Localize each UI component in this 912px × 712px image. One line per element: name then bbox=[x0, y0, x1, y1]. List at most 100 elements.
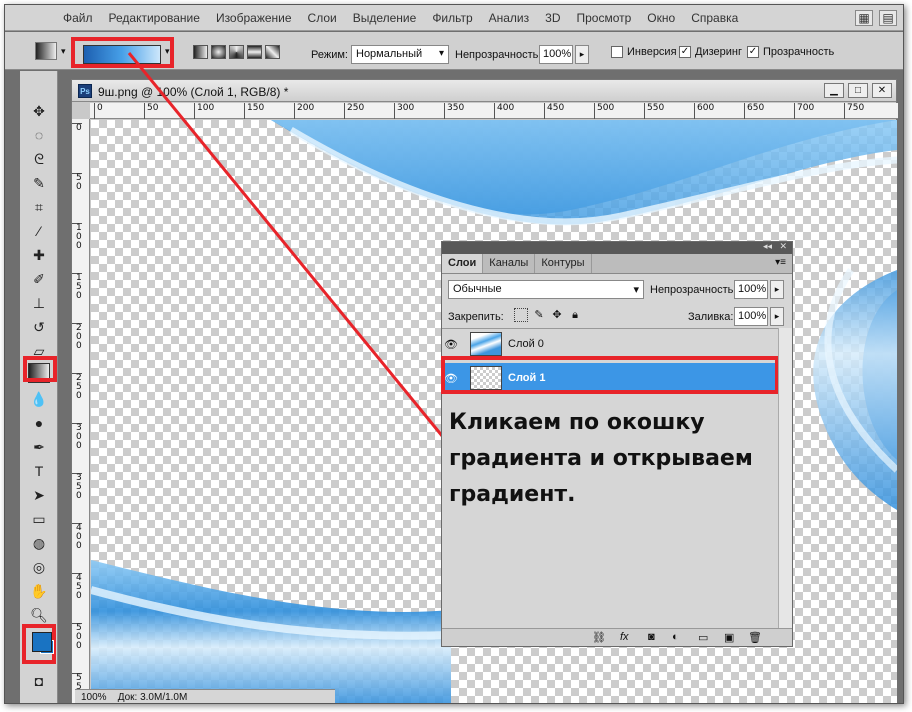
3d-rotate-tool-icon[interactable]: ◍ bbox=[28, 533, 50, 553]
bridge-icon[interactable]: ▦ bbox=[855, 9, 873, 26]
3d-orbit-tool-icon[interactable]: ◎ bbox=[28, 557, 50, 577]
quick-mask-icon[interactable]: ◘ bbox=[28, 671, 50, 691]
chevron-right-icon[interactable]: ▸ bbox=[770, 307, 784, 326]
tab-channels[interactable]: Каналы bbox=[483, 254, 536, 273]
radial-gradient-icon[interactable] bbox=[211, 45, 226, 59]
menu-item-analysis[interactable]: Анализ bbox=[489, 11, 530, 25]
gradient-swatch[interactable] bbox=[83, 45, 161, 64]
maximize-icon[interactable]: □ bbox=[848, 83, 868, 98]
link-layers-icon[interactable]: ⛓ bbox=[592, 631, 606, 644]
horizontal-ruler[interactable]: 0 50 100 150 200 250 300 350 400 450 500 550 600 650 7… bbox=[90, 103, 898, 119]
close-icon[interactable]: ✕ bbox=[872, 83, 892, 98]
tab-layers[interactable]: Слои bbox=[442, 254, 484, 273]
ruler-tick: 500 bbox=[594, 103, 614, 119]
status-zoom[interactable]: 100% bbox=[81, 692, 107, 703]
layers-scrollbar[interactable] bbox=[778, 328, 792, 628]
zoom-tool-icon[interactable]: 🔍︎ bbox=[28, 605, 50, 625]
menu-item-image[interactable]: Изображение bbox=[216, 11, 292, 25]
menu-item-view[interactable]: Просмотр bbox=[576, 11, 631, 25]
selected-layer-highlight bbox=[441, 356, 779, 394]
menu-item-3d[interactable]: 3D bbox=[545, 11, 560, 25]
minimize-icon[interactable]: ▁ bbox=[824, 83, 844, 98]
layer-opacity-input[interactable]: 100% bbox=[734, 280, 768, 299]
menu-item-help[interactable]: Справка bbox=[691, 11, 738, 25]
ruler-tick: 100 bbox=[194, 103, 214, 119]
tool-preset-picker[interactable] bbox=[35, 42, 57, 60]
tab-paths[interactable]: Контуры bbox=[535, 254, 592, 273]
panel-menu-icon[interactable]: ▾≡ bbox=[775, 257, 786, 268]
ruler-tick: 550 bbox=[644, 103, 664, 119]
shape-tool-icon[interactable]: ▭ bbox=[28, 509, 50, 529]
hand-tool-icon[interactable]: ✋ bbox=[28, 581, 50, 601]
chevron-right-icon[interactable]: ▸ bbox=[770, 280, 784, 299]
opacity-input[interactable]: 100% bbox=[539, 45, 573, 64]
transparency-checkbox[interactable]: ✓ Прозрачность bbox=[747, 46, 834, 58]
lasso-tool-icon[interactable]: ᘓ bbox=[28, 149, 50, 169]
healing-brush-icon[interactable]: ✚ bbox=[28, 245, 50, 265]
fx-icon[interactable]: fx bbox=[620, 631, 629, 643]
menu-item-layers[interactable]: Слои bbox=[308, 11, 337, 25]
new-layer-icon[interactable]: ▣ bbox=[724, 631, 734, 644]
foreground-color-swatch[interactable] bbox=[32, 632, 52, 652]
status-doc-size: Док: 3.0M/1.0M bbox=[117, 692, 188, 703]
dither-label: Дизеринг bbox=[695, 46, 742, 58]
checkmark-icon[interactable]: ✓ bbox=[679, 46, 691, 58]
linear-gradient-icon[interactable] bbox=[193, 45, 208, 59]
pen-tool-icon[interactable]: ✒ bbox=[28, 437, 50, 457]
move-tool-icon[interactable]: ✥ bbox=[28, 101, 50, 121]
checkmark-icon[interactable]: ✓ bbox=[747, 46, 759, 58]
menu-item-edit[interactable]: Редактирование bbox=[109, 11, 200, 25]
history-brush-icon[interactable]: ↺ bbox=[28, 317, 50, 337]
chevron-down-icon[interactable]: ▾ bbox=[165, 46, 170, 57]
layer-name[interactable]: Слой 0 bbox=[508, 338, 544, 350]
ruler-tick: 0 bbox=[72, 123, 82, 133]
brush-tool-icon[interactable]: ✐ bbox=[28, 269, 50, 289]
menu-item-file[interactable]: Файл bbox=[63, 11, 93, 25]
document-titlebar[interactable]: Ps 9ш.png @ 100% (Слой 1, RGB/8) * ▁ □ ✕ bbox=[72, 80, 896, 102]
path-select-tool-icon[interactable]: ➤ bbox=[28, 485, 50, 505]
marquee-tool-icon[interactable]: ◌ bbox=[28, 125, 50, 145]
angle-gradient-icon[interactable] bbox=[229, 45, 244, 59]
eyedropper-tool-icon[interactable]: ⁄ bbox=[28, 221, 50, 241]
quick-select-tool-icon[interactable]: ✎ bbox=[28, 173, 50, 193]
adjustment-layer-icon[interactable]: ◐ bbox=[672, 631, 679, 643]
vertical-ruler[interactable]: 050100150200250300350400450500550 bbox=[72, 119, 90, 703]
mode-select[interactable]: Нормальный bbox=[351, 45, 449, 64]
menu-item-window[interactable]: Окно bbox=[647, 11, 675, 25]
menu-item-filter[interactable]: Фильтр bbox=[432, 11, 472, 25]
photoshop-icon: Ps bbox=[78, 84, 92, 98]
panel-header[interactable]: ◂◂ ✕ bbox=[442, 241, 792, 254]
dither-checkbox[interactable]: ✓ Дизеринг bbox=[679, 46, 742, 58]
dodge-tool-icon[interactable]: ● bbox=[28, 413, 50, 433]
ruler-tick: 50 bbox=[72, 173, 82, 192]
collapse-icon[interactable]: ◂◂ bbox=[763, 241, 772, 252]
diamond-gradient-icon[interactable] bbox=[265, 45, 280, 59]
eye-icon[interactable]: 👁︎ bbox=[442, 338, 460, 351]
chevron-right-icon[interactable]: ▸ bbox=[575, 45, 589, 64]
opacity-label: Непрозрачность: bbox=[455, 49, 542, 61]
close-icon[interactable]: ✕ bbox=[779, 241, 787, 252]
lock-transparency-icon[interactable] bbox=[514, 308, 528, 322]
blend-mode-select[interactable]: Обычные bbox=[448, 280, 644, 299]
chevron-down-icon[interactable]: ▾ bbox=[61, 46, 66, 57]
mode-label: Режим: bbox=[311, 49, 348, 61]
menu-item-select[interactable]: Выделение bbox=[353, 11, 417, 25]
lock-pixels-icon[interactable]: ✎ bbox=[532, 308, 546, 322]
lock-label: Закрепить: bbox=[448, 311, 504, 323]
fill-input[interactable]: 100% bbox=[734, 307, 768, 326]
crop-tool-icon[interactable]: ⌗ bbox=[28, 197, 50, 217]
blur-tool-icon[interactable]: 💧 bbox=[28, 389, 50, 409]
add-mask-icon[interactable]: ◙ bbox=[648, 631, 655, 643]
view-extras-icon[interactable]: ▤ bbox=[879, 9, 897, 26]
ruler-tick: 0 bbox=[94, 103, 103, 119]
inverse-checkbox[interactable]: Инверсия bbox=[611, 46, 677, 58]
stamp-tool-icon[interactable]: ⊥ bbox=[28, 293, 50, 313]
checkbox-box[interactable] bbox=[611, 46, 623, 58]
lock-position-icon[interactable]: ✥ bbox=[550, 308, 564, 322]
type-tool-icon[interactable]: T bbox=[28, 461, 50, 481]
trash-icon[interactable]: 🗑︎ bbox=[748, 631, 762, 644]
color-swatches-highlight bbox=[22, 624, 56, 664]
reflected-gradient-icon[interactable] bbox=[247, 45, 262, 59]
new-group-icon[interactable]: ▭ bbox=[698, 631, 708, 644]
lock-all-icon[interactable]: 🔒︎ bbox=[568, 308, 582, 322]
